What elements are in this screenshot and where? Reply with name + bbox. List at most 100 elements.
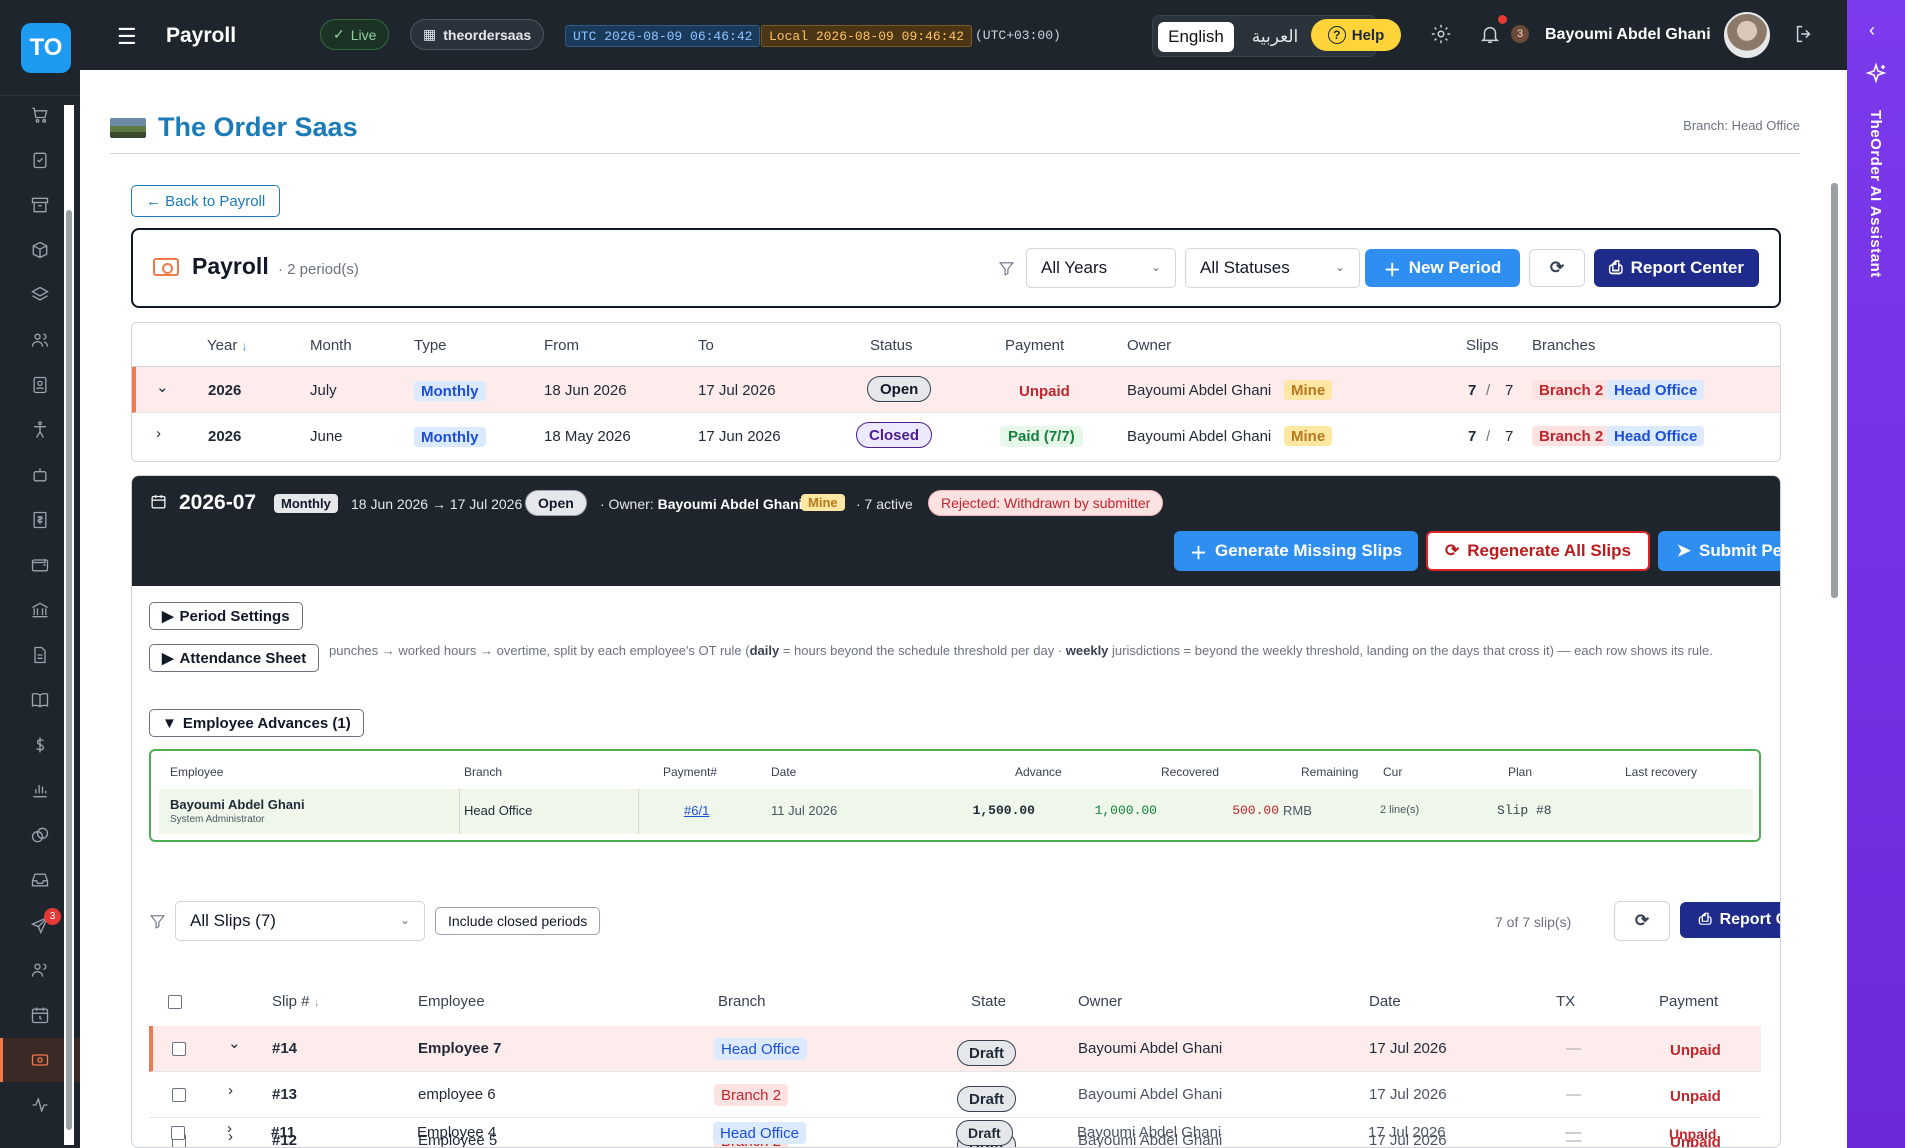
advance-row[interactable]: Bayoumi Abdel Ghani System Administrator…	[159, 789, 1753, 834]
generate-missing-slips-button[interactable]: ＋ Generate Missing Slips	[1174, 531, 1418, 571]
invoice-icon[interactable]	[28, 508, 52, 532]
sort-down-icon: ↓	[241, 339, 248, 353]
document-icon[interactable]	[28, 643, 52, 667]
sidebar-scrollbar[interactable]	[64, 105, 74, 1145]
period-from: 18 May 2026	[544, 428, 631, 445]
chevron-down-icon[interactable]: ⌄	[228, 1034, 241, 1052]
advances-table: Employee Branch Payment# Date Advance Re…	[149, 749, 1761, 842]
slip-number[interactable]: #13	[272, 1086, 297, 1103]
submit-label: Submit Period	[1699, 541, 1780, 560]
wallet-icon[interactable]	[28, 553, 52, 577]
gear-icon[interactable]	[1430, 23, 1452, 51]
app-logo[interactable]: TO	[21, 23, 71, 73]
coins-icon[interactable]	[28, 823, 52, 847]
status-filter-select[interactable]: All Statuses ⌄	[1185, 248, 1360, 288]
col-recovered: Recovered	[1161, 765, 1220, 779]
col-employee: Employee	[418, 993, 485, 1010]
id-card-icon[interactable]	[28, 373, 52, 397]
menu-icon[interactable]: ☰	[117, 24, 137, 50]
submit-period-button[interactable]: ➤ Submit Period	[1658, 531, 1780, 571]
advance-payment-link[interactable]: #6/1	[684, 803, 709, 818]
ai-assistant-panel[interactable]: ‹ TheOrder AI Assistant	[1847, 0, 1905, 1148]
layers-icon[interactable]	[28, 283, 52, 307]
table-row[interactable]: › #11 Employee 4 Head Office Draft Bayou…	[148, 1120, 1760, 1148]
slip-number[interactable]: #14	[272, 1040, 297, 1057]
select-all-checkbox[interactable]	[168, 995, 182, 1009]
col-year[interactable]: Year ↓	[207, 337, 247, 354]
hint-weekly: weekly	[1065, 643, 1109, 658]
col-branches: Branches	[1532, 337, 1596, 354]
logout-icon[interactable]	[1793, 23, 1815, 51]
chevron-right-icon[interactable]: ›	[227, 1120, 232, 1137]
tenant-switcher[interactable]: ▦ theordersaas	[410, 19, 545, 50]
box-icon[interactable]	[28, 238, 52, 262]
robot-icon[interactable]	[28, 463, 52, 487]
main-scrollbar-thumb[interactable]	[1831, 183, 1838, 598]
row-checkbox[interactable]	[172, 1042, 186, 1056]
col-cur: Cur	[1383, 765, 1403, 779]
hint-text: punches → worked hours → overtime, split…	[329, 643, 750, 658]
team-icon[interactable]	[28, 958, 52, 982]
help-button[interactable]: ? Help	[1311, 19, 1401, 51]
lang-english[interactable]: English	[1158, 22, 1234, 52]
payroll-icon[interactable]	[28, 1048, 52, 1072]
slips-report-center-button[interactable]: ⎙ Report Center	[1680, 902, 1780, 938]
calendar-clock-icon[interactable]	[28, 1003, 52, 1027]
help-label: Help	[1351, 26, 1385, 44]
sidebar-notification-badge: 3	[44, 908, 61, 925]
bar-chart-icon[interactable]	[28, 778, 52, 802]
period-to: 17 Jun 2026	[698, 428, 781, 445]
lang-arabic[interactable]: العربية	[1240, 22, 1310, 52]
period-row[interactable]: ⌄ 2026 July Monthly 18 Jun 2026 17 Jul 2…	[132, 367, 1780, 413]
col-slip-no[interactable]: Slip # ↓	[272, 993, 320, 1010]
user-name[interactable]: Bayoumi Abdel Ghani	[1545, 26, 1711, 44]
branch-badge: Head Office	[1607, 426, 1705, 446]
refresh-slips-button[interactable]: ⟳	[1614, 901, 1670, 941]
utc-clock: UTC 2026-08-09 06:46:42	[565, 25, 761, 47]
inbox-icon[interactable]	[28, 868, 52, 892]
clipboard-check-icon[interactable]	[28, 148, 52, 172]
col-type: Type	[414, 337, 447, 354]
sidebar-scrollbar-thumb[interactable]	[66, 210, 72, 1130]
table-row[interactable]: › #13 employee 6 Branch 2 Draft Bayoumi …	[149, 1072, 1761, 1118]
period-type-badge: Monthly	[274, 494, 338, 513]
table-row[interactable]: ⌄ #14 Employee 7 Head Office Draft Bayou…	[149, 1026, 1761, 1072]
accessibility-icon[interactable]	[28, 418, 52, 442]
users-icon[interactable]	[28, 328, 52, 352]
period-settings-toggle[interactable]: ▶ Period Settings	[149, 602, 303, 630]
chevron-right-icon[interactable]: ›	[228, 1082, 233, 1099]
bell-icon[interactable]	[1479, 23, 1501, 51]
slip-number[interactable]: #11	[271, 1124, 295, 1141]
notification-dot	[1498, 15, 1507, 24]
activity-icon[interactable]	[28, 1093, 52, 1117]
include-closed-periods-toggle[interactable]: Include closed periods	[435, 907, 601, 935]
row-checkbox[interactable]	[171, 1126, 185, 1140]
report-center-label: Report Center	[1630, 258, 1744, 277]
hint-text: = hours beyond the schedule threshold pe…	[779, 643, 1066, 658]
slips-filter-select[interactable]: All Slips (7) ⌄	[175, 901, 425, 941]
refresh-icon: ⟳	[1444, 541, 1460, 560]
cart-icon[interactable]	[28, 103, 52, 127]
local-label: Local	[769, 28, 809, 44]
archive-icon[interactable]	[28, 193, 52, 217]
back-to-payroll-button[interactable]: ← Back to Payroll	[131, 185, 281, 217]
col-payment: Payment	[1005, 337, 1065, 354]
avatar[interactable]	[1724, 12, 1770, 58]
main-scrollbar[interactable]	[1828, 168, 1840, 1143]
period-row[interactable]: › 2026 June Monthly 18 May 2026 17 Jun 2…	[132, 413, 1780, 459]
report-center-button[interactable]: ⎙ Report Center	[1594, 249, 1759, 287]
dollar-icon[interactable]	[28, 733, 52, 757]
payment-status: Unpaid	[1670, 1088, 1721, 1105]
chevron-down-icon[interactable]: ⌄	[156, 378, 169, 396]
employee-advances-toggle[interactable]: ▼ Employee Advances (1)	[149, 709, 364, 737]
bank-icon[interactable]	[28, 598, 52, 622]
chevron-right-icon[interactable]: ›	[156, 425, 161, 442]
refresh-button[interactable]: ⟳	[1529, 249, 1585, 287]
chevron-left-icon[interactable]: ‹	[1869, 20, 1875, 41]
sidebar: TO 3	[0, 0, 80, 1148]
year-filter-select[interactable]: All Years ⌄	[1026, 248, 1176, 288]
regenerate-all-slips-button[interactable]: ⟳ Regenerate All Slips	[1426, 531, 1650, 571]
new-period-button[interactable]: ＋ New Period	[1365, 249, 1520, 287]
row-checkbox[interactable]	[172, 1088, 186, 1102]
book-icon[interactable]	[28, 688, 52, 712]
